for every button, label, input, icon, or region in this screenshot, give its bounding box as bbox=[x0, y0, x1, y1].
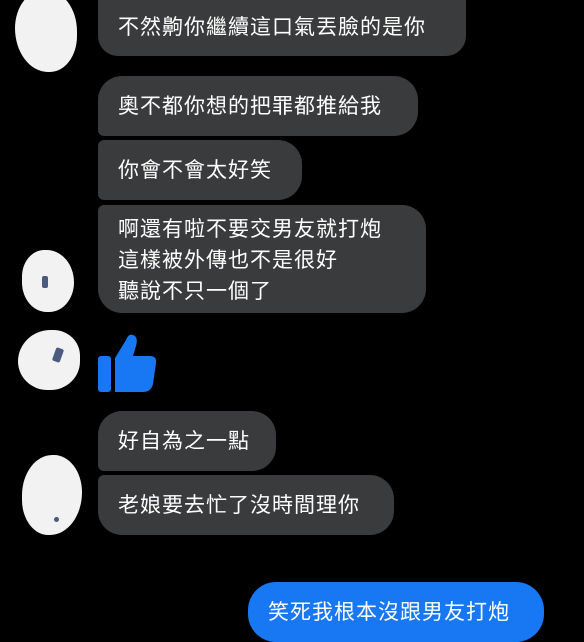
message-text: 笑死我根本沒跟男友打炮 bbox=[268, 600, 510, 624]
thumbs-up-icon[interactable] bbox=[96, 330, 158, 394]
incoming-message[interactable]: 啊還有啦不要交男友就打炮 這樣被外傳也不是很好 聽說不只一個了 bbox=[98, 205, 426, 313]
message-text: 好自為之一點 bbox=[118, 429, 250, 453]
message-text: 奧不都你想的把罪都推給我 bbox=[118, 94, 382, 118]
thumbs-up-icon-graphic bbox=[98, 334, 157, 392]
sender-avatar[interactable] bbox=[22, 455, 82, 535]
avatar-detail bbox=[54, 517, 59, 522]
incoming-message[interactable]: 你會不會太好笑 bbox=[98, 140, 302, 200]
avatar-detail bbox=[51, 347, 65, 363]
incoming-message[interactable]: 不然齁你繼續這口氣丟臉的是你 bbox=[98, 0, 466, 56]
sender-avatar[interactable] bbox=[15, 0, 77, 72]
message-text: 你會不會太好笑 bbox=[118, 158, 272, 182]
sender-avatar[interactable] bbox=[22, 250, 74, 312]
message-text: 聽說不只一個了 bbox=[118, 279, 272, 303]
outgoing-message[interactable]: 笑死我根本沒跟男友打炮 bbox=[248, 582, 544, 642]
message-text: 這樣被外傳也不是很好 bbox=[118, 248, 338, 272]
sender-avatar[interactable] bbox=[18, 330, 80, 390]
message-text: 老娘要去忙了沒時間理你 bbox=[118, 493, 360, 517]
message-text: 不然齁你繼續這口氣丟臉的是你 bbox=[118, 15, 426, 39]
incoming-message[interactable]: 老娘要去忙了沒時間理你 bbox=[98, 475, 394, 535]
incoming-message[interactable]: 好自為之一點 bbox=[98, 411, 276, 471]
message-text: 啊還有啦不要交男友就打炮 bbox=[118, 217, 382, 241]
chat-thread: 不然齁你繼續這口氣丟臉的是你 奧不都你想的把罪都推給我 你會不會太好笑 啊還有啦… bbox=[0, 0, 584, 642]
incoming-message[interactable]: 奧不都你想的把罪都推給我 bbox=[98, 76, 418, 136]
avatar-detail bbox=[42, 276, 48, 288]
